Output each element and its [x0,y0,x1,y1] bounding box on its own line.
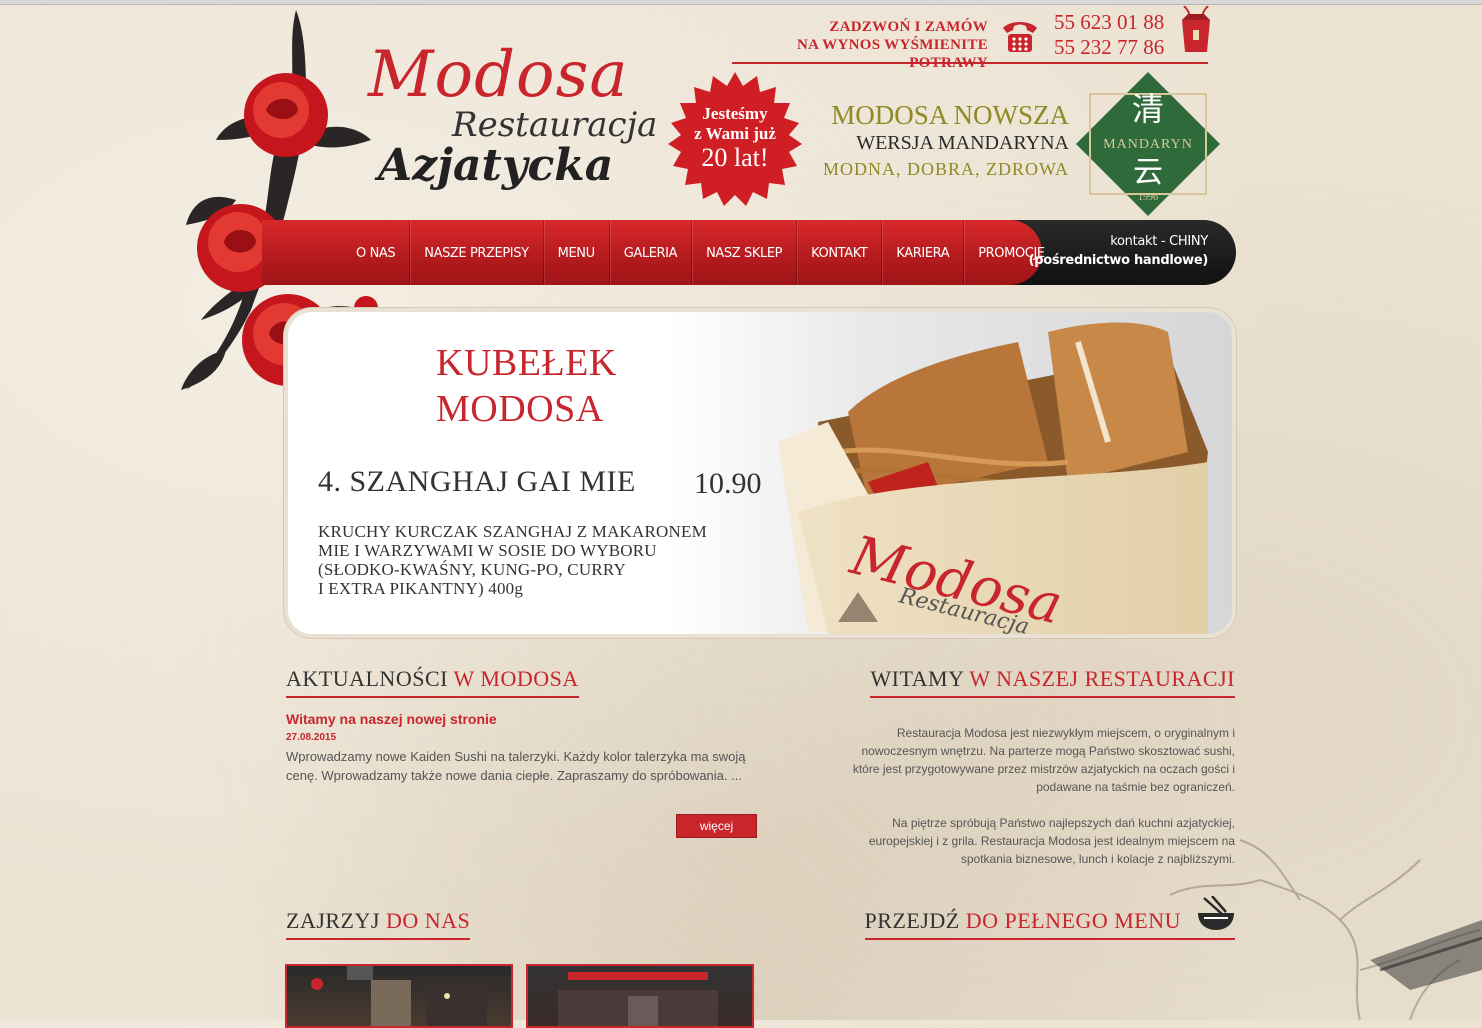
badge-line3: 20 lat! [701,143,769,172]
call-block: ZADZWOŃ I ZAMÓW NA WYNOS WYŚMIENITE POTR… [732,6,1210,71]
news-heading-highlight: W MODOSA [453,666,579,691]
mandaryn-promo[interactable]: MODOSA NOWSZA WERSJA MANDARYNA MODNA, DO… [823,100,1069,182]
nav-items: O NAS NASZE PRZEPISY MENU GALERIA NASZ S… [342,220,1059,285]
look-inside-heading[interactable]: ZAJRZYJ DO NAS [286,908,471,940]
menu-heading-highlight: DO PEŁNEGO MENU [965,908,1181,933]
nav-contact-china[interactable]: kontakt - CHINY (pośrednictwo handlowe) [1028,232,1209,270]
mandaryn-line1: MODOSA NOWSZA [831,100,1069,130]
nav-contact-line1: kontakt - CHINY [1110,234,1208,249]
welcome-paragraph-1: Restauracja Modosa jest niezwykłym miejs… [852,726,1235,794]
mandaryn-logo-text: MANDARYN [1103,137,1193,152]
banner-title: KUBEŁEK MODOSA [436,340,617,432]
logo-restauracja[interactable]: Restauracja [452,105,657,145]
bowl-chopsticks-icon [1198,896,1234,930]
main-nav: O NAS NASZE PRZEPISY MENU GALERIA NASZ S… [262,220,1236,285]
nav-item-menu[interactable]: MENU [544,220,610,285]
logo-azjatycka[interactable]: Azjatycka [378,140,613,191]
news-item-body: Wprowadzamy nowe Kaiden Sushi na talerzy… [286,749,746,783]
dish-price: 10.90 [694,467,762,500]
call-line2: NA WYNOS WYŚMIENITE POTRAWY [796,37,988,71]
look-heading-plain: ZAJRZYJ [286,908,386,933]
badge-line1: Jesteśmy [702,104,768,123]
badge-line2: z Wami już [694,124,776,143]
mandaryn-line2: WERSJA MANDARYNA [856,132,1069,154]
gallery-thumbnail-2[interactable] [526,964,754,1028]
logo-modosa[interactable]: Modosa [368,38,629,112]
banner-title-line1: KUBEŁEK [436,342,617,384]
news-item-date: 27.08.2015 [286,732,337,743]
interior-photo-1 [311,966,487,1026]
look-heading-highlight: DO NAS [385,908,471,933]
welcome-paragraph-2: Na piętrze spróbują Państwo najlepszych … [868,816,1235,866]
nav-item-o-nas[interactable]: O NAS [342,220,411,285]
mandaryn-char-bottom: 云 [1133,155,1163,190]
interior-photo-2 [558,972,718,1026]
phone-numbers: 55 623 01 88 55 232 77 86 [1054,10,1164,60]
more-button[interactable]: więcej [676,814,757,838]
nav-item-galeria[interactable]: GALERIA [610,220,693,285]
mandaryn-char-top: 清 [1132,90,1164,128]
call-text: ZADZWOŃ I ZAMÓW NA WYNOS WYŚMIENITE POTR… [732,18,988,72]
mandaryn-line3: MODNA, DOBRA, ZDROWA [822,159,1069,179]
gallery-thumbnail-1[interactable] [285,964,513,1028]
news-heading-plain: AKTUALNOŚCI [286,666,454,691]
nav-contact-line2: (pośrednictwo handlowe) [1028,253,1209,268]
welcome-heading-plain: WITAMY [870,666,970,691]
mandaryn-logo[interactable]: 清 MANDARYN 云 1996 [1076,72,1220,216]
welcome-text: Restauracja Modosa jest niezwykłym miejs… [835,724,1235,886]
news-item-title[interactable]: Witamy na naszej nowej stronie [286,711,497,727]
dish-desc-line1: KRUCHY KURCZAK SZANGHAJ Z MAKARONEM [318,522,707,541]
phone-icon [1003,22,1037,52]
browser-top-edge [0,0,1482,5]
phone-2[interactable]: 55 232 77 86 [1054,35,1164,60]
welcome-heading-highlight: W NASZEJ RESTAURACJI [969,666,1235,691]
nav-item-kariera[interactable]: KARIERA [882,220,965,285]
promo-banner[interactable]: Modosa Restauracja KUBEŁEK MODOSA 4. SZA… [288,312,1232,634]
nav-item-nasze-przepisy[interactable]: NASZE PRZEPISY [410,220,544,285]
call-line1: ZADZWOŃ I ZAMÓW [829,19,988,35]
dish-desc-line3: (SŁODKO-KWAŚNY, KUNG-PO, CURRY [318,560,626,579]
news-heading: AKTUALNOŚCI W MODOSA [286,666,579,698]
dish-desc-line2: MIE I WARZYWAMI W SOSIE DO WYBORU [318,541,657,560]
takeout-box-icon [1182,6,1210,52]
nav-item-nasz-sklep[interactable]: NASZ SKLEP [692,220,798,285]
anniversary-badge-text: Jesteśmy z Wami już 20 lat! [668,104,802,172]
welcome-heading: WITAMY W NASZEJ RESTAURACJI [870,666,1235,698]
dish-desc-line4: I EXTRA PIKANTNY) 400g [318,579,524,598]
banner-title-line2: MODOSA [436,388,604,430]
nav-item-kontakt[interactable]: KONTAKT [797,220,883,285]
mandaryn-year: 1996 [1138,192,1158,203]
dish-description: KRUCHY KURCZAK SZANGHAJ Z MAKARONEM MIE … [318,522,758,598]
full-menu-heading[interactable]: PRZEJDŹ DO PEŁNEGO MENU [864,908,1235,940]
menu-heading-plain: PRZEJDŹ [864,908,966,933]
phone-1[interactable]: 55 623 01 88 [1054,10,1164,35]
dish-name: 4. SZANGHAJ GAI MIE [318,465,636,498]
